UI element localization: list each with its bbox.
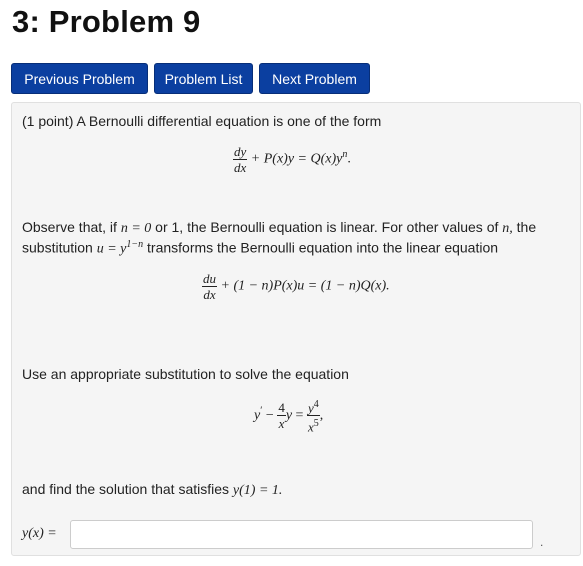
use-substitution-text: Use an appropriate substitution to solve… — [22, 366, 349, 382]
answer-input[interactable] — [70, 520, 533, 549]
problem-intro: (1 point) A Bernoulli differential equat… — [22, 113, 382, 129]
previous-problem-button[interactable]: Previous Problem — [11, 63, 148, 94]
next-problem-button[interactable]: Next Problem — [259, 63, 370, 94]
bernoulli-equation: dy dx + P(x)y = Q(x)yn. — [233, 144, 351, 175]
page-title: 3: Problem 9 — [12, 4, 201, 39]
observe-line-2: substitution u = y1−n transforms the Ber… — [22, 239, 499, 257]
problem-list-button[interactable]: Problem List — [154, 63, 253, 94]
y4-over-x5-fraction: y4 x5 — [306, 399, 320, 435]
four-over-x-fraction: 4 x — [277, 400, 286, 432]
dy-dx-fraction: dy dx — [233, 144, 248, 175]
linear-equation: du dx + (1 − n)P(x)u = (1 − n)Q(x). — [202, 271, 390, 302]
du-dx-fraction: du dx — [202, 271, 217, 302]
answer-period: . — [540, 535, 544, 549]
problem-panel: (1 point) A Bernoulli differential equat… — [11, 102, 581, 556]
observe-line-1: Observe that, if n = 0 or 1, the Bernoul… — [22, 219, 537, 236]
given-equation: y′ − 4 x y = y4 x5 , — [254, 399, 324, 435]
answer-label: y(x) = — [22, 526, 57, 541]
initial-condition-text: and find the solution that satisfies y(1… — [22, 481, 283, 498]
